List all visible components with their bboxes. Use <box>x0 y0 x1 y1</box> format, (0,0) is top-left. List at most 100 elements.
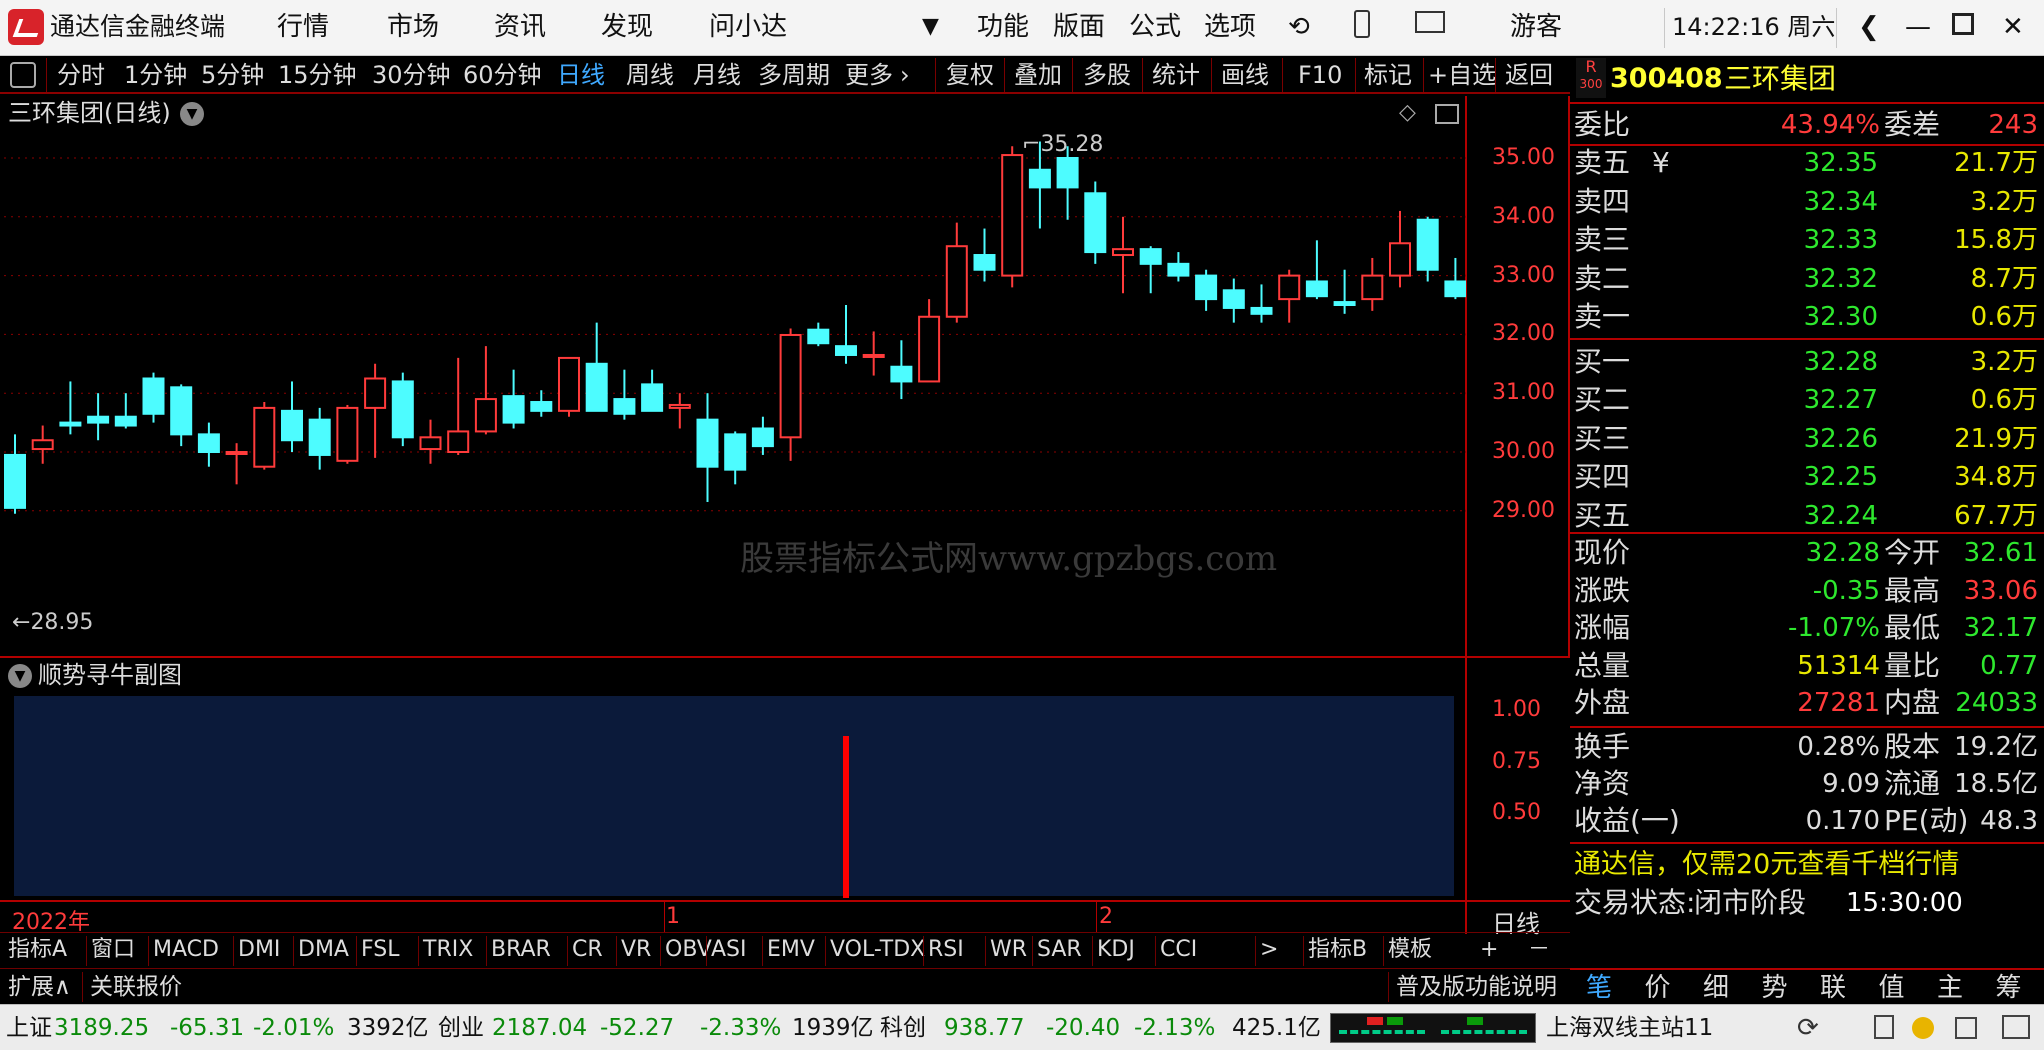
candle-body[interactable] <box>308 418 331 456</box>
candle-body[interactable] <box>973 254 996 271</box>
candle-body[interactable] <box>751 427 774 448</box>
window-icon[interactable] <box>2002 1015 2030 1039</box>
indicator-tab[interactable]: CR <box>572 935 603 965</box>
tab-30min[interactable]: 30分钟 <box>372 60 451 90</box>
tool-add-watch[interactable]: +自选 <box>1428 60 1496 90</box>
notes-icon[interactable] <box>1874 1015 1894 1039</box>
indicator-tab[interactable]: 指标B <box>1308 935 1367 965</box>
candle-body[interactable] <box>1001 154 1024 277</box>
indicator-tab[interactable]: WR <box>990 935 1027 965</box>
candle-body[interactable] <box>1195 274 1218 301</box>
menu-formula[interactable]: 公式 <box>1129 12 1181 42</box>
candle-body[interactable] <box>281 409 303 442</box>
close-icon[interactable]: ✕ <box>2002 12 2024 42</box>
candle-body[interactable] <box>1278 274 1301 301</box>
shield-icon[interactable] <box>1955 1017 1977 1039</box>
related-quotes-button[interactable]: 关联报价 <box>90 972 182 1002</box>
tab-15min[interactable]: 15分钟 <box>278 60 357 90</box>
indicator-tab[interactable]: SAR <box>1037 935 1082 965</box>
mail-icon[interactable] <box>1415 10 1445 40</box>
indicator-tab[interactable]: CCI <box>1160 935 1197 965</box>
indicator-tab[interactable]: OBV <box>665 935 712 965</box>
tab-more[interactable]: 更多 <box>845 60 893 90</box>
quote-tab[interactable]: 主 <box>1937 972 1963 1004</box>
maximize-icon[interactable] <box>1952 12 1974 42</box>
sh-label[interactable]: 上证 <box>6 1013 52 1043</box>
candle-body[interactable] <box>1250 306 1273 315</box>
candle-body[interactable] <box>890 365 913 383</box>
indicator-tab[interactable]: MACD <box>153 935 219 965</box>
tool-multi-stock[interactable]: 多股 <box>1083 60 1131 90</box>
user-guest[interactable]: 游客 <box>1510 12 1562 42</box>
indicator-tab[interactable]: KDJ <box>1097 935 1135 965</box>
indicator-tab[interactable]: 指标A <box>8 935 67 965</box>
tab-monthly[interactable]: 月线 <box>693 60 741 90</box>
tab-multi-period[interactable]: 多周期 <box>758 60 830 90</box>
candle-body[interactable] <box>59 421 82 427</box>
candle-body[interactable] <box>4 453 26 509</box>
candle-body[interactable] <box>945 245 968 318</box>
candle-body[interactable] <box>613 398 636 415</box>
tool-back[interactable]: 返回 <box>1505 60 1553 90</box>
candle-body[interactable] <box>1028 168 1051 189</box>
refresh-icon[interactable]: ⟲ <box>1288 12 1310 42</box>
indicator-tab[interactable]: EMV <box>767 935 815 965</box>
server-station[interactable]: 上海双线主站11 <box>1546 1013 1713 1043</box>
quote-tab[interactable]: 联 <box>1820 972 1846 1004</box>
chevron-down-icon[interactable]: ▼ <box>8 664 32 688</box>
candle-body[interactable] <box>1389 242 1411 277</box>
tab-5min[interactable]: 5分钟 <box>201 60 264 90</box>
candle-body[interactable] <box>170 386 193 436</box>
menu-layout[interactable]: 版面 <box>1053 12 1105 42</box>
chevron-right-icon[interactable]: › <box>900 60 910 90</box>
candle-body[interactable] <box>31 439 54 451</box>
tab-daily[interactable]: 日线 <box>557 60 605 90</box>
tool-draw[interactable]: 画线 <box>1221 60 1269 90</box>
candle-body[interactable] <box>253 406 276 468</box>
menu-function[interactable]: 功能 <box>977 12 1029 42</box>
market-breadth-icon[interactable] <box>1330 1013 1536 1043</box>
quote-tab[interactable]: 价 <box>1645 972 1671 1004</box>
tab-weekly[interactable]: 周线 <box>626 60 674 90</box>
candle-body[interactable] <box>1167 262 1190 277</box>
back-arrow-icon[interactable]: ❮ <box>1858 12 1880 42</box>
quote-tab[interactable]: 细 <box>1703 972 1729 1004</box>
candle-body[interactable] <box>918 315 941 383</box>
kc-label[interactable]: 科创 <box>880 1013 926 1043</box>
tool-f10[interactable]: F10 <box>1298 60 1342 90</box>
candle-body[interactable] <box>1333 301 1356 306</box>
indicator-tab[interactable]: > <box>1260 935 1278 965</box>
tool-mark[interactable]: 标记 <box>1364 60 1412 90</box>
chevron-down-icon[interactable]: ▼ <box>922 12 939 42</box>
quote-tab[interactable]: 势 <box>1762 972 1788 1004</box>
indicator-tab[interactable]: FSL <box>361 935 400 965</box>
candle-body[interactable] <box>502 395 525 424</box>
candle-body[interactable] <box>391 380 414 439</box>
indicator-tab[interactable]: BRAR <box>491 935 551 965</box>
candle-body[interactable] <box>1444 280 1466 298</box>
indicator-tab[interactable]: DMA <box>298 935 349 965</box>
candle-body[interactable] <box>87 415 110 424</box>
candle-body[interactable] <box>1112 248 1134 257</box>
menu-options[interactable]: 选项 <box>1204 12 1256 42</box>
minimize-icon[interactable]: — <box>1905 12 1931 42</box>
candle-body[interactable] <box>835 345 857 356</box>
tool-overlay[interactable]: 叠加 <box>1014 60 1062 90</box>
expand-button[interactable]: 扩展∧ <box>8 972 71 1002</box>
candle-body[interactable] <box>114 415 137 427</box>
phone-icon[interactable] <box>1354 10 1370 45</box>
indicator-tab[interactable]: + <box>1480 935 1498 965</box>
menu-discover[interactable]: 发现 <box>601 12 653 42</box>
sidebar-toggle-icon[interactable] <box>10 62 36 88</box>
candle-body[interactable] <box>585 362 608 412</box>
yen-icon[interactable]: ¥ <box>1652 146 1670 180</box>
candle-body[interactable] <box>641 383 664 412</box>
candle-body[interactable] <box>1222 289 1245 309</box>
quote-tab[interactable]: 筹 <box>1996 972 2022 1004</box>
menu-market[interactable]: 市场 <box>387 12 439 42</box>
candle-body[interactable] <box>668 403 691 409</box>
candle-body[interactable] <box>779 333 802 439</box>
tab-fenshi[interactable]: 分时 <box>57 60 105 90</box>
coin-icon[interactable] <box>1912 1017 1934 1039</box>
candle-body[interactable] <box>1084 192 1107 254</box>
